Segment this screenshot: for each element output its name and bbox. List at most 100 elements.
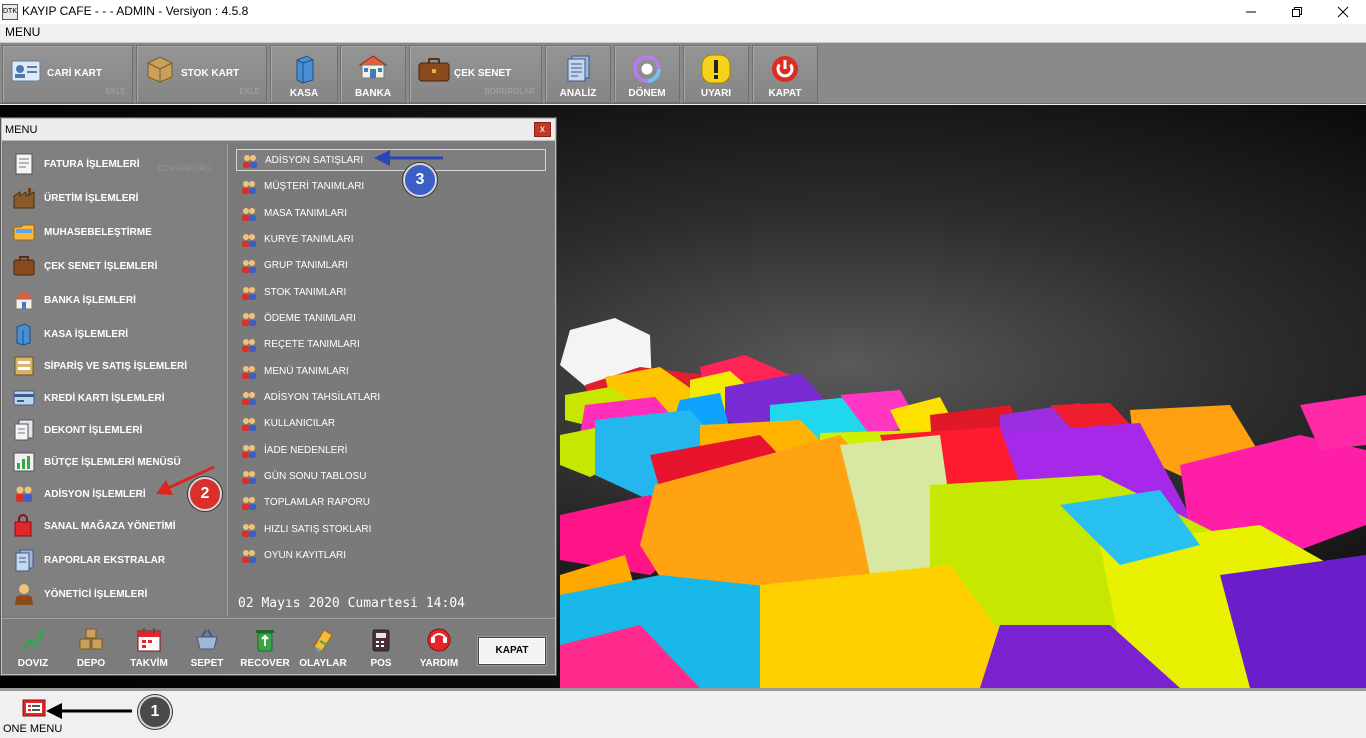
yardim-button[interactable]: YARDIM <box>411 625 467 673</box>
main-toolbar: CARİ KART EKLE STOK KART EKLE KASA BANKA… <box>0 42 1366 104</box>
left-item-cek-senet[interactable]: ÇEK SENET İŞLEMLERİ <box>4 252 228 280</box>
sepet-button[interactable]: SEPET <box>179 625 235 673</box>
left-item-label: BANKA İŞLEMLERİ <box>44 295 136 306</box>
submenu-item[interactable]: OYUN KAYITLARI <box>236 545 546 567</box>
order-icon <box>14 356 34 376</box>
bank-icon <box>14 291 34 310</box>
budget-chart-icon <box>13 452 35 472</box>
left-item-siparis[interactable]: SİPARİŞ VE SATIŞ İŞLEMLERİ <box>4 352 228 380</box>
banka-button[interactable]: BANKA <box>340 45 406 103</box>
submenu-label: GRUP TANIMLARI <box>264 260 348 271</box>
submenu-label: TOPLAMLAR RAPORU <box>264 497 370 508</box>
toolbar-label: KAPAT <box>768 88 802 99</box>
olaylar-button[interactable]: OLAYLAR <box>295 625 351 673</box>
briefcase-icon <box>418 58 450 82</box>
submenu-item[interactable]: KULLANICILAR <box>236 413 546 435</box>
donem-button[interactable]: DÖNEM <box>614 45 680 103</box>
uyari-button[interactable]: UYARI <box>683 45 749 103</box>
submenu-item[interactable]: STOK TANIMLARI <box>236 282 546 304</box>
pos-terminal-icon <box>372 629 390 652</box>
step-badge-1: 1 <box>138 695 172 729</box>
depo-button[interactable]: DEPO <box>63 625 119 673</box>
submenu-label: HIZLI SATIŞ STOKLARI <box>264 524 372 535</box>
submenu-item[interactable]: KURYE TANIMLARI <box>236 229 546 251</box>
left-item-raporlar[interactable]: RAPORLAR EKSTRALAR <box>4 546 228 574</box>
submenu-label: ADİSYON SATIŞLARI <box>265 155 364 166</box>
shopping-bag-icon <box>14 514 32 537</box>
basket-icon <box>196 629 218 650</box>
stok-kart-button[interactable]: STOK KART EKLE <box>136 45 267 103</box>
left-item-yonetici[interactable]: YÖNETİCİ İŞLEMLERİ <box>4 580 228 608</box>
minimize-button[interactable] <box>1228 0 1274 24</box>
cash-register-icon <box>296 55 314 84</box>
factory-icon <box>13 188 35 209</box>
recycle-bin-icon <box>256 630 274 652</box>
recover-button[interactable]: RECOVER <box>237 625 293 673</box>
left-item-muhasebe[interactable]: MUHASEBELEŞTİRME <box>4 218 228 246</box>
toolbar-label: STOK KART <box>181 68 240 79</box>
bottom-bar: ONE MENU <box>0 688 1366 738</box>
cari-kart-button[interactable]: CARİ KART EKLE <box>2 45 133 103</box>
kasa-button[interactable]: KASA <box>270 45 338 103</box>
people-group-icon <box>242 497 256 510</box>
pos-button[interactable]: POS <box>353 625 409 673</box>
left-item-dekont[interactable]: DEKONT İŞLEMLERİ <box>4 416 228 444</box>
submenu-item[interactable]: GÜN SONU TABLOSU <box>236 466 546 488</box>
people-group-icon <box>242 550 256 563</box>
submenu-item[interactable]: ADİSYON SATIŞLARI <box>236 149 546 171</box>
submenu-item[interactable]: MENÜ TANIMLARI <box>236 361 546 383</box>
one-menu-icon[interactable] <box>22 699 46 717</box>
submenu-label: REÇETE TANIMLARI <box>264 339 360 350</box>
left-item-label: YÖNETİCİ İŞLEMLERİ <box>44 589 148 600</box>
submenu-item[interactable]: MASA TANIMLARI <box>236 203 546 225</box>
menu-window-close-button[interactable]: x <box>534 122 551 137</box>
bottom-button-label: DEPO <box>76 658 106 669</box>
left-item-uretim[interactable]: ÜRETİM İŞLEMLERİ <box>4 184 228 212</box>
toolbar-label: CARİ KART <box>47 68 102 79</box>
left-item-label: MUHASEBELEŞTİRME <box>44 227 152 238</box>
left-item-label: RAPORLAR EKSTRALAR <box>44 555 166 566</box>
menubar-menu[interactable]: MENU <box>5 25 40 39</box>
close-window-button[interactable] <box>1320 0 1366 24</box>
left-item-fatura[interactable]: FATURA İŞLEMLERİ <box>4 150 228 178</box>
submenu-item[interactable]: MÜŞTERİ TANIMLARI <box>236 176 546 198</box>
people-group-icon <box>242 418 256 431</box>
left-item-label: ÜRETİM İŞLEMLERİ <box>44 193 139 204</box>
one-menu-label[interactable]: ONE MENU <box>3 723 62 735</box>
left-item-label: ADİSYON İŞLEMLERİ <box>44 489 146 500</box>
left-item-sanal-magaza[interactable]: SANAL MAĞAZA YÖNETİMİ <box>4 512 228 540</box>
menu-window-bottom-bar: DOVIZ DEPO TAKVİM SEPET RECOVER OLAYLAR … <box>2 618 555 674</box>
submenu-label: KULLANICILAR <box>264 418 336 429</box>
events-icon <box>313 629 333 652</box>
submenu-item[interactable]: TOPLAMLAR RAPORU <box>236 492 546 514</box>
credit-card-icon <box>13 390 35 406</box>
kapat-menu-button[interactable]: KAPAT <box>478 637 546 665</box>
folder-icon <box>13 224 35 241</box>
left-item-label: SANAL MAĞAZA YÖNETİMİ <box>44 521 176 532</box>
cash-register-icon <box>16 323 31 346</box>
left-item-label: KREDİ KARTI İŞLEMLERİ <box>44 393 165 404</box>
left-item-kasa[interactable]: KASA İŞLEMLERİ <box>4 320 228 348</box>
people-group-icon <box>243 155 257 168</box>
doviz-button[interactable]: DOVIZ <box>5 625 61 673</box>
submenu-item[interactable]: HIZLI SATIŞ STOKLARI <box>236 519 546 541</box>
maximize-button[interactable] <box>1274 0 1320 24</box>
submenu-item[interactable]: İADE NEDENLERİ <box>236 440 546 462</box>
submenu-item[interactable]: ADİSYON TAHSİLATLARI <box>236 387 546 409</box>
analiz-button[interactable]: ANALİZ <box>545 45 611 103</box>
cek-senet-button[interactable]: ÇEK SENET BORDROLAR <box>409 45 542 103</box>
left-item-kredi-karti[interactable]: KREDİ KARTI İŞLEMLERİ <box>4 384 228 412</box>
window-title: KAYIP CAFE - - - ADMIN - Versiyon : 4.5.… <box>22 4 249 18</box>
left-item-butce[interactable]: BÜTÇE İŞLEMLERİ MENÜSÜ <box>4 448 228 476</box>
submenu-label: OYUN KAYITLARI <box>264 550 347 561</box>
left-item-label: ÇEK SENET İŞLEMLERİ <box>44 261 158 272</box>
submenu-item[interactable]: GRUP TANIMLARI <box>236 255 546 277</box>
kapat-toolbar-button[interactable]: KAPAT <box>752 45 818 103</box>
left-item-banka[interactable]: BANKA İŞLEMLERİ <box>4 286 228 314</box>
submenu-item[interactable]: ÖDEME TANIMLARI <box>236 308 546 330</box>
takvim-button[interactable]: TAKVİM <box>121 625 177 673</box>
bottom-button-label: TAKVİM <box>130 658 168 669</box>
app-icon: DTK <box>2 4 18 20</box>
people-group-icon <box>242 313 256 326</box>
submenu-item[interactable]: REÇETE TANIMLARI <box>236 334 546 356</box>
